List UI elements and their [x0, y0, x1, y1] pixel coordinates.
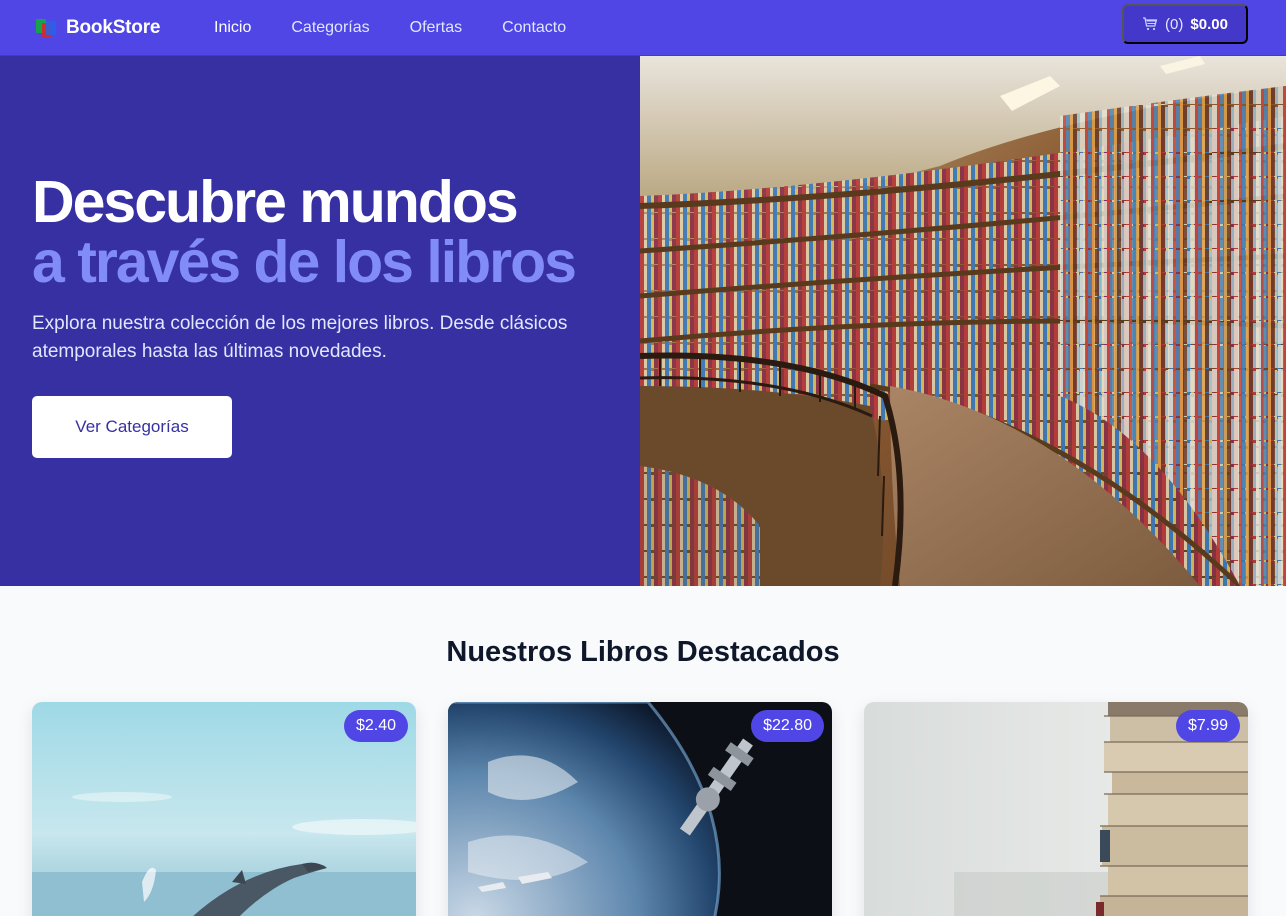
hero-title-line1: Descubre mundos: [32, 169, 519, 235]
book-card[interactable]: $2.40: [32, 702, 416, 916]
cart-total: $0.00: [1190, 15, 1228, 33]
nav-link-inicio[interactable]: Inicio: [214, 19, 251, 37]
price-badge: $2.40: [343, 710, 408, 742]
brand-logo[interactable]: BookStore: [34, 14, 160, 42]
brand-name: BookStore: [66, 17, 161, 38]
book-card[interactable]: $7.99: [864, 702, 1248, 916]
hero-library-image: [640, 56, 1286, 586]
cart-button[interactable]: (0) $0.00: [1122, 4, 1248, 44]
featured-section-title: Nuestros Libros Destacados: [446, 636, 840, 668]
hero-content: Descubre mundos a través de los libros E…: [0, 56, 640, 586]
cart-count: (0): [1165, 15, 1184, 33]
main-nav: Inicio Categorías Ofertas Contacto: [214, 14, 566, 42]
hero-section: Descubre mundos a través de los libros E…: [0, 56, 1286, 586]
book-card[interactable]: $22.80: [448, 702, 832, 916]
nav-link-ofertas[interactable]: Ofertas: [410, 19, 462, 37]
hero-subtitle: Explora nuestra colección de los mejores…: [32, 313, 568, 362]
hero-title-line2: a través de los libros: [32, 229, 577, 295]
top-navbar: BookStore Inicio Categorías Ofertas Cont…: [0, 0, 1286, 56]
nav-link-categorias[interactable]: Categorías: [291, 19, 369, 37]
books-icon: [34, 17, 56, 39]
price-badge: $7.99: [1175, 710, 1240, 742]
cart-icon: [1142, 17, 1158, 31]
price-badge: $22.80: [751, 710, 824, 742]
ver-categorias-button[interactable]: Ver Categorías: [32, 396, 232, 458]
nav-link-contacto[interactable]: Contacto: [502, 19, 566, 37]
hero-title: Descubre mundos a través de los libros: [32, 172, 632, 292]
